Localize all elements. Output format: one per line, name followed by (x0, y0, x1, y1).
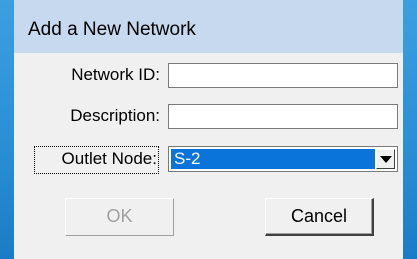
description-field[interactable] (168, 104, 398, 129)
description-label: Description: (70, 106, 160, 125)
chevron-down-icon (380, 156, 392, 163)
network-id-label: Network ID: (71, 65, 160, 84)
outlet-node-dropdown[interactable]: S-2 (168, 146, 398, 172)
dialog-title: Add a New Network (28, 19, 196, 40)
outlet-node-selected-value: S-2 (171, 149, 375, 169)
outlet-node-label: Outlet Node: (61, 149, 157, 168)
ok-button[interactable]: OK (65, 198, 174, 236)
network-id-field[interactable] (168, 63, 398, 88)
dialog-titlebar[interactable]: Add a New Network (14, 0, 403, 53)
dropdown-button[interactable] (376, 149, 395, 169)
cancel-button[interactable]: Cancel (265, 198, 374, 236)
add-network-dialog: Add a New Network Network ID: Descriptio… (14, 0, 403, 259)
